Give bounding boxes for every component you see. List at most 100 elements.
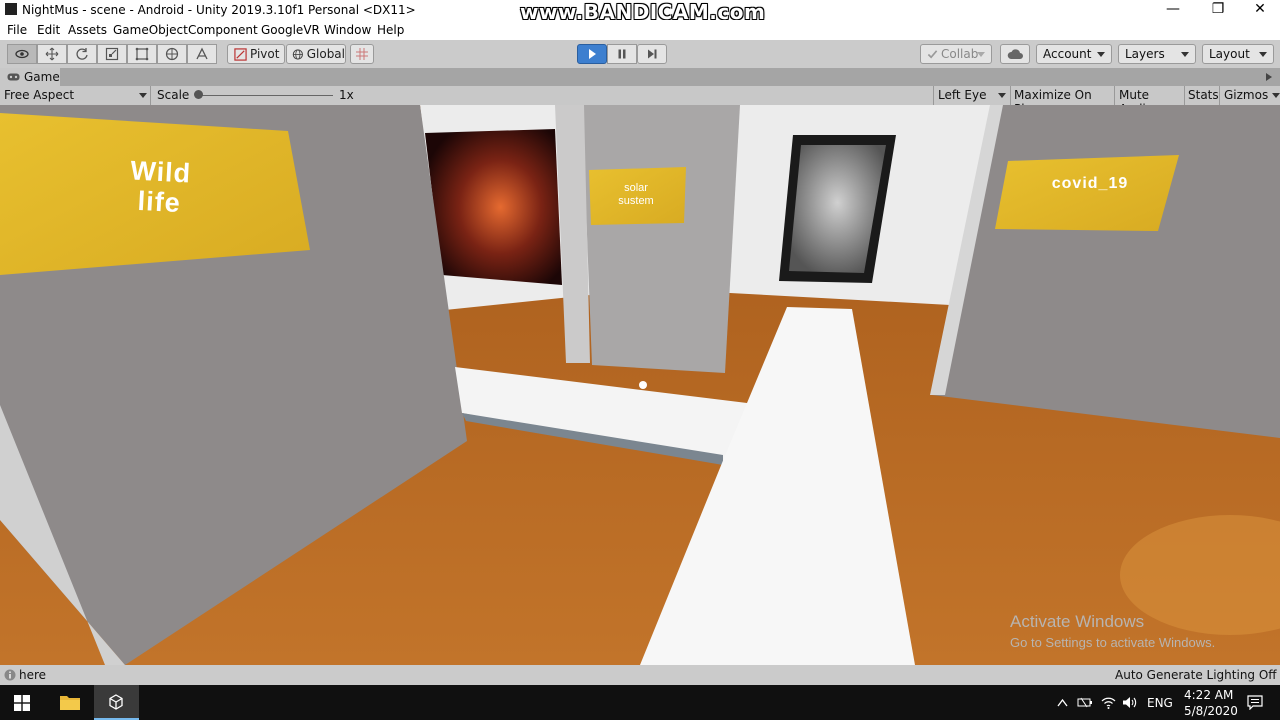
speaker-icon[interactable] <box>1122 696 1137 709</box>
layout-dropdown[interactable]: Layout <box>1202 44 1274 64</box>
scale-slider-track[interactable] <box>197 95 333 96</box>
activate-windows-subtitle: Go to Settings to activate Windows. <box>1010 635 1216 650</box>
title-bar: NightMus - scene - Android - Unity 2019.… <box>0 0 1280 24</box>
custom-tool-button[interactable] <box>187 44 217 64</box>
chevron-down-icon <box>977 52 985 57</box>
rect-tool-icon <box>135 47 149 61</box>
battery-icon[interactable] <box>1077 696 1093 709</box>
menu-help[interactable]: Help <box>377 23 404 37</box>
collab-label: Collab <box>941 47 979 61</box>
chevron-down-icon <box>1272 93 1280 98</box>
chevron-down-icon <box>139 93 147 98</box>
menu-window[interactable]: Window <box>324 23 371 37</box>
taskbar-unity[interactable] <box>94 685 139 720</box>
gamepad-icon <box>7 73 20 81</box>
view-tool-button[interactable] <box>7 44 37 64</box>
sign-solar-text: solar sustem <box>596 182 676 208</box>
chevron-up-icon[interactable] <box>1057 698 1068 707</box>
pause-icon <box>618 49 626 59</box>
global-toggle[interactable]: Global <box>286 44 346 64</box>
sign-wildlife-text: Wild life <box>99 154 222 220</box>
pause-button[interactable] <box>607 44 637 64</box>
taskbar-file-explorer[interactable] <box>48 685 93 720</box>
step-button[interactable] <box>637 44 667 64</box>
chevron-down-icon <box>998 93 1006 98</box>
check-icon <box>927 50 938 59</box>
aspect-label: Free Aspect <box>4 88 75 102</box>
eye-label: Left Eye <box>938 88 987 102</box>
painting-sun <box>425 129 562 285</box>
maximize-on-play-toggle[interactable]: Maximize On Play <box>1010 86 1114 116</box>
status-bar: here Auto Generate Lighting Off <box>0 665 1280 685</box>
global-label: Global <box>306 47 345 61</box>
more-options-icon[interactable] <box>1264 72 1274 82</box>
eye-dropdown[interactable]: Left Eye <box>933 86 1009 105</box>
grid-snap-icon <box>356 48 368 60</box>
account-dropdown[interactable]: Account <box>1036 44 1112 64</box>
rotate-icon <box>76 48 88 60</box>
eye-icon <box>15 49 29 59</box>
chevron-down-icon <box>1097 52 1105 57</box>
close-button[interactable]: ✕ <box>1238 0 1280 20</box>
move-tool-button[interactable] <box>37 44 67 64</box>
scale-tool-button[interactable] <box>97 44 127 64</box>
gizmos-dropdown[interactable]: Gizmos <box>1219 86 1280 105</box>
info-icon <box>4 669 16 681</box>
transform-tool-button[interactable] <box>157 44 187 64</box>
clock-time[interactable]: 4:22 AM <box>1184 688 1233 702</box>
folder-icon <box>60 696 80 710</box>
play-icon <box>589 49 596 59</box>
windows-start-icon[interactable] <box>14 695 30 711</box>
snap-button[interactable] <box>350 44 374 64</box>
activate-windows-title: Activate Windows <box>1010 612 1145 631</box>
menu-file[interactable]: File <box>7 23 27 37</box>
maximize-button[interactable]: ❐ <box>1196 0 1240 20</box>
game-view-toolbar: Free Aspect Scale 1x Left Eye Maximize O… <box>0 86 1280 116</box>
unity-icon <box>109 694 123 710</box>
scale-value: 1x <box>339 88 354 102</box>
menu-assets[interactable]: Assets <box>68 23 107 37</box>
language-indicator[interactable]: ENG <box>1147 696 1173 710</box>
chevron-down-icon <box>1259 52 1267 57</box>
sign-wildlife-line2: life <box>136 185 182 219</box>
layers-dropdown[interactable]: Layers <box>1118 44 1196 64</box>
mute-audio-toggle[interactable]: Mute Audio <box>1114 86 1185 116</box>
custom-tool-icon <box>196 47 208 60</box>
minimize-button[interactable]: — <box>1151 0 1195 20</box>
sign-covid-text: covid_19 <box>1051 175 1129 192</box>
rotate-tool-button[interactable] <box>67 44 97 64</box>
menu-gameobject[interactable]: GameObject <box>113 23 188 37</box>
pivot-toggle[interactable]: Pivot <box>227 44 285 64</box>
menu-googlevr[interactable]: GoogleVR <box>261 23 320 37</box>
tab-game-label: Game <box>24 70 60 84</box>
clock-date[interactable]: 5/8/2020 <box>1184 704 1238 718</box>
step-icon <box>648 49 657 59</box>
rect-tool-button[interactable] <box>127 44 157 64</box>
tab-game[interactable]: Game <box>0 68 60 86</box>
sign-covid <box>995 155 1179 231</box>
sign-solar-line2: sustem <box>618 195 654 207</box>
unity-app-icon <box>5 3 17 15</box>
pillar <box>582 105 740 373</box>
status-message[interactable]: here <box>19 668 46 682</box>
cloud-icon <box>1007 49 1023 59</box>
scale-icon <box>105 47 119 61</box>
menu-edit[interactable]: Edit <box>37 23 60 37</box>
game-tab-bar: Game <box>0 68 1280 86</box>
stats-label: Stats <box>1188 88 1219 102</box>
menu-component[interactable]: Component <box>188 23 258 37</box>
notification-icon[interactable] <box>1247 695 1263 710</box>
window-title: NightMus - scene - Android - Unity 2019.… <box>22 3 416 17</box>
scale-slider-handle[interactable] <box>194 90 203 99</box>
stats-toggle[interactable]: Stats <box>1184 86 1219 105</box>
aspect-dropdown[interactable]: Free Aspect <box>0 86 151 105</box>
wifi-icon[interactable] <box>1101 696 1116 709</box>
play-button[interactable] <box>577 44 607 64</box>
cloud-button[interactable] <box>1000 44 1030 64</box>
gaze-reticle <box>639 381 647 389</box>
game-viewport[interactable]: Wild life solar sustem covid_19 Activate… <box>0 105 1280 665</box>
lighting-status: Auto Generate Lighting Off <box>1115 668 1277 682</box>
collab-dropdown[interactable]: Collab <box>920 44 992 64</box>
pivot-label: Pivot <box>250 47 280 61</box>
scale-label: Scale <box>157 88 190 102</box>
